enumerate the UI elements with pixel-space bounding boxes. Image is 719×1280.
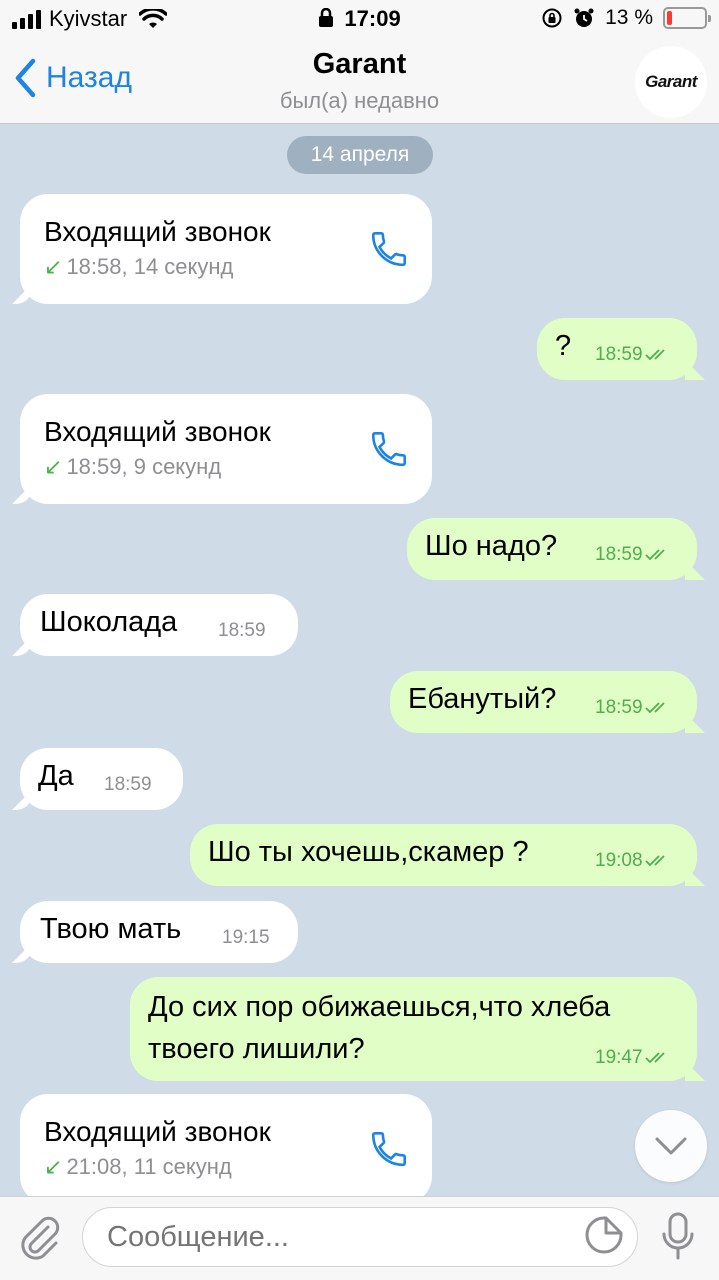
message-text: ? [555, 330, 572, 362]
time-text: 19:08 [595, 850, 643, 871]
message-text: Ебанутый? [408, 683, 557, 715]
time-text: 18:59 [595, 344, 643, 365]
outgoing-message[interactable]: Шо ты хочешь,скамер ? 19:08 [190, 824, 697, 886]
outgoing-message[interactable]: До сих пор обижаешься,что хлеба твоего л… [130, 977, 697, 1081]
paperclip-icon[interactable] [18, 1215, 62, 1261]
call-details: 21:08, 11 секунд [66, 1154, 232, 1179]
status-bar: Kyivstar 17:09 13 % [0, 0, 719, 40]
call-details: 18:58, 14 секунд [66, 254, 234, 279]
chat-title[interactable]: Garant [0, 48, 719, 81]
last-seen-status: был(а) недавно [279, 88, 440, 113]
time-text: 18:59 [595, 697, 643, 718]
outgoing-message[interactable]: ? 18:59 [537, 318, 697, 380]
read-checks-icon [644, 855, 665, 867]
battery-level [667, 11, 672, 25]
orientation-lock-icon [542, 8, 562, 28]
message-time: 18:59 [595, 544, 673, 566]
chevron-down-icon [655, 1137, 687, 1155]
message-time: 19:47 [595, 1047, 673, 1069]
incoming-arrow-icon: ↙ [44, 454, 63, 479]
call-title: Входящий звонок [44, 216, 271, 247]
message-text: Твою мать [40, 913, 182, 945]
message-text-line-1: До сих пор обижаешься,что хлеба [148, 991, 611, 1023]
battery-percent: 13 % [605, 6, 653, 29]
incoming-arrow-icon: ↙ [44, 254, 63, 279]
message-time: 19:08 [595, 850, 673, 872]
call-meta: ↙ 21:08, 11 секунд [44, 1154, 232, 1180]
read-checks-icon [644, 702, 665, 714]
call-meta: ↙ 18:59, 9 секунд [44, 454, 221, 480]
avatar-logo-text: Garant [645, 72, 697, 91]
clock-time: 17:09 [344, 6, 401, 31]
battery-icon [663, 7, 711, 29]
incoming-arrow-icon: ↙ [44, 1154, 63, 1179]
read-checks-icon [644, 549, 665, 561]
message-text: Шо надо? [425, 530, 558, 562]
message-list[interactable]: 14 апреля Входящий звонок ↙ 18:58, 14 сек… [0, 124, 719, 1196]
outgoing-message[interactable]: Ебанутый? 18:59 [390, 671, 697, 733]
sticker-icon[interactable] [584, 1215, 624, 1255]
message-text-line-2: твоего лишили? [148, 1033, 365, 1065]
outgoing-message[interactable]: Шо надо? 18:59 [407, 518, 697, 580]
time-text: 18:59 [595, 544, 643, 565]
avatar[interactable]: Garant [635, 46, 707, 118]
scroll-to-bottom-button[interactable] [635, 1110, 707, 1182]
call-meta: ↙ 18:58, 14 секунд [44, 254, 233, 280]
call-details: 18:59, 9 секунд [66, 454, 222, 479]
status-right: 13 % [541, 6, 711, 30]
alarm-icon [574, 8, 594, 27]
call-bubble[interactable]: Входящий звонок ↙ 21:08, 11 секунд [20, 1094, 432, 1196]
message-text: Да [38, 760, 74, 792]
incoming-message[interactable]: Да 18:59 [20, 748, 183, 810]
message-text: Шоколада [40, 606, 178, 638]
microphone-icon[interactable] [660, 1211, 696, 1263]
message-time: 19:15 [222, 927, 270, 948]
phone-icon[interactable] [368, 228, 410, 270]
message-input[interactable] [82, 1207, 638, 1267]
message-time: 18:59 [104, 774, 152, 795]
call-bubble[interactable]: Входящий звонок ↙ 18:59, 9 секунд [20, 394, 432, 504]
incoming-message[interactable]: Твою мать 19:15 [20, 901, 298, 963]
read-checks-icon [644, 349, 665, 361]
incoming-message[interactable]: Шоколада 18:59 [20, 594, 298, 656]
date-separator: 14 апреля [287, 136, 433, 174]
call-title: Входящий звонок [44, 416, 271, 447]
lock-icon [319, 8, 334, 27]
call-title: Входящий звонок [44, 1116, 271, 1147]
composer-bar [0, 1196, 719, 1280]
message-time: 18:59 [595, 697, 673, 719]
message-time: 18:59 [218, 620, 266, 641]
message-time: 18:59 [595, 344, 673, 366]
chat-header: Назад Garant был(а) недавно Garant [0, 40, 719, 124]
phone-icon[interactable] [368, 1128, 410, 1170]
time-text: 19:47 [595, 1047, 643, 1068]
message-text: Шо ты хочешь,скамер ? [208, 836, 529, 868]
read-checks-icon [644, 1052, 665, 1064]
phone-icon[interactable] [368, 428, 410, 470]
call-bubble[interactable]: Входящий звонок ↙ 18:58, 14 секунд [20, 194, 432, 304]
